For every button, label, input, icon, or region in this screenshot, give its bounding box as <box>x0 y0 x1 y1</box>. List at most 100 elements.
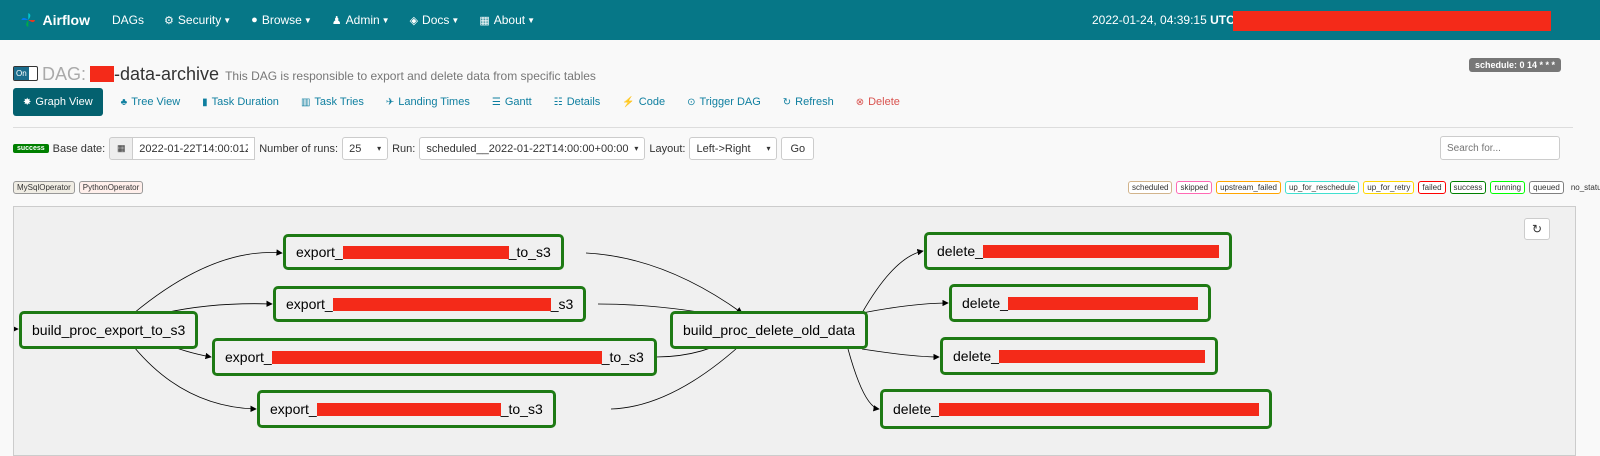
task-search-input[interactable] <box>1440 136 1560 160</box>
list-icon: ☷ <box>553 96 563 108</box>
state-tag-success: success <box>1449 181 1487 194</box>
state-legend: scheduled skipped upstream_failed up_for_re… <box>1128 181 1600 194</box>
nav-dags[interactable]: DAGs <box>112 13 144 27</box>
nav-about[interactable]: ▦ About ▼ <box>479 13 535 27</box>
run-status-badge: success <box>13 144 49 153</box>
dag-node-delete-2[interactable]: delete_ <box>949 284 1211 322</box>
utc-clock[interactable]: 2022-01-24, 04:39:15 UTC ▼ <box>1092 13 1246 27</box>
x-circle-icon: ⊗ <box>855 96 865 108</box>
caret-down-icon: ▼ <box>451 15 460 25</box>
dag-node-export-3[interactable]: export_ _to_s3 <box>212 338 657 376</box>
dag-node-export-4[interactable]: export_ _to_s3 <box>257 390 556 428</box>
state-tag-skipped: skipped <box>1176 181 1213 194</box>
refresh-icon: ↻ <box>782 96 792 108</box>
plane-icon: ✈ <box>385 96 395 108</box>
state-tag-no-status: no_status <box>1570 183 1600 192</box>
gears-icon: ⚙ <box>164 14 174 27</box>
tab-code[interactable]: ⚡ Code <box>622 96 665 108</box>
dag-name: -data-archive <box>114 64 220 84</box>
redacted-table-name <box>316 402 501 416</box>
redacted-dag-prefix <box>90 66 115 82</box>
tab-tree-view[interactable]: ♣ Tree View <box>121 96 180 108</box>
redacted-table-name <box>1007 296 1198 310</box>
redacted-table-name <box>332 297 551 311</box>
dag-node-build-proc-export[interactable]: build_proc_export_to_s3 <box>19 311 199 349</box>
base-date-label: Base date: <box>52 142 106 155</box>
runs-label: Number of runs: <box>259 142 339 155</box>
grid-icon: ▦ <box>479 14 490 27</box>
layout-label: Layout: <box>649 142 686 155</box>
chevron-down-icon: ▾ <box>377 144 382 153</box>
graph-controls: success Base date: ▦ Number of runs: 25▾… <box>13 137 815 160</box>
caret-down-icon: ▼ <box>303 15 312 25</box>
dag-node-build-proc-delete[interactable]: build_proc_delete_old_data <box>670 311 869 349</box>
nav-browse[interactable]: ● Browse ▼ <box>251 13 312 27</box>
tab-trigger-dag[interactable]: ⊙ Trigger DAG <box>687 96 761 108</box>
state-tag-upstream-failed: upstream_failed <box>1216 181 1281 194</box>
caret-down-icon: ▼ <box>381 15 390 25</box>
runs-select[interactable]: 25 ▾ <box>342 137 389 160</box>
dag-view-tabs: ✸ Graph View ♣ Tree View ▮ Task Duration ▥ T… <box>13 88 922 116</box>
dag-description: This DAG is responsible to export and de… <box>225 69 596 83</box>
redacted-table-name <box>271 350 602 364</box>
state-tag-failed: failed <box>1418 181 1446 194</box>
dag-title: DAG: -data-archive This DAG is responsib… <box>42 64 596 84</box>
layout-select[interactable]: Left->Right ▾ <box>689 137 778 160</box>
nav-docs[interactable]: ◈ Docs ▼ <box>410 13 460 27</box>
run-select[interactable]: scheduled__2022-01-22T14:00:00+00:00 ▾ <box>419 137 646 160</box>
tab-task-duration[interactable]: ▮ Task Duration <box>202 96 279 108</box>
run-label: Run: <box>392 142 416 155</box>
dag-node-delete-1[interactable]: delete_ <box>924 232 1232 270</box>
nav-admin[interactable]: ♟ Admin ▼ <box>332 13 390 27</box>
globe-icon: ● <box>251 14 258 26</box>
tab-refresh[interactable]: ↻ Refresh <box>783 96 834 108</box>
go-button[interactable]: Go <box>781 137 815 160</box>
tab-gantt[interactable]: ☰ Gantt <box>492 96 532 108</box>
dag-node-export-1[interactable]: export_ _to_s3 <box>283 234 564 270</box>
bolt-icon: ⚡ <box>622 96 635 108</box>
tab-graph-view[interactable]: ✸ Graph View <box>13 88 103 116</box>
top-navbar: Airflow DAGs ⚙ Security ▼ ● Browse ▼ ♟ Admin ▼… <box>0 0 1600 40</box>
state-tag-queued: queued <box>1529 181 1564 194</box>
state-tag-running: running <box>1490 181 1526 194</box>
redacted-user-menu[interactable] <box>1233 11 1551 31</box>
caret-down-icon: ▼ <box>223 15 232 25</box>
dag-on-off-toggle[interactable]: On <box>13 66 38 81</box>
brand-name: Airflow <box>42 12 90 28</box>
dag-node-export-2[interactable]: export_ _s3 <box>273 286 587 322</box>
tab-delete[interactable]: ⊗ Delete <box>856 96 900 108</box>
dag-node-delete-4[interactable]: delete_ <box>880 389 1272 429</box>
brand-logo[interactable]: Airflow <box>20 0 90 40</box>
tab-details[interactable]: ☷ Details <box>554 96 601 108</box>
schedule-badge: schedule: 0 14 * * * <box>1469 58 1562 72</box>
dag-graph-canvas[interactable]: ↻ build_proc_export_to_s3 export_ _to_s3 … <box>13 206 1576 456</box>
redacted-table-name <box>938 402 1259 416</box>
asterisk-icon: ✸ <box>23 96 32 108</box>
calendar-icon[interactable]: ▦ <box>109 137 134 160</box>
state-tag-scheduled: scheduled <box>1128 181 1173 194</box>
redacted-table-name <box>982 244 1219 258</box>
chevron-down-icon: ▾ <box>766 144 771 153</box>
user-icon: ♟ <box>331 14 342 27</box>
chevron-down-icon: ▾ <box>634 144 639 153</box>
nav-security[interactable]: ⚙ Security ▼ <box>164 13 231 27</box>
graph-refresh-button[interactable]: ↻ <box>1524 218 1550 240</box>
header-divider <box>13 127 1573 128</box>
operator-tag-mysql: MySqlOperator <box>13 181 75 194</box>
state-tag-up-for-reschedule: up_for_reschedule <box>1284 181 1360 194</box>
bars-icon: ▥ <box>300 96 311 108</box>
tab-landing-times[interactable]: ✈ Landing Times <box>386 96 470 108</box>
base-date-input[interactable] <box>133 137 256 160</box>
caret-down-icon: ▼ <box>527 15 535 25</box>
cube-icon: ◈ <box>409 14 419 27</box>
state-tag-up-for-retry: up_for_retry <box>1363 181 1415 194</box>
bar-chart-icon: ▮ <box>202 96 208 108</box>
airflow-pinwheel-icon <box>21 13 36 27</box>
operator-tag-python: PythonOperator <box>78 181 144 194</box>
tab-task-tries[interactable]: ▥ Task Tries <box>301 96 364 108</box>
operator-legend: MySqlOperator PythonOperator <box>13 181 147 194</box>
redacted-table-name <box>998 349 1205 363</box>
play-circle-icon: ⊙ <box>687 96 696 108</box>
dag-node-delete-3[interactable]: delete_ <box>940 337 1218 375</box>
redacted-table-name <box>342 245 509 259</box>
